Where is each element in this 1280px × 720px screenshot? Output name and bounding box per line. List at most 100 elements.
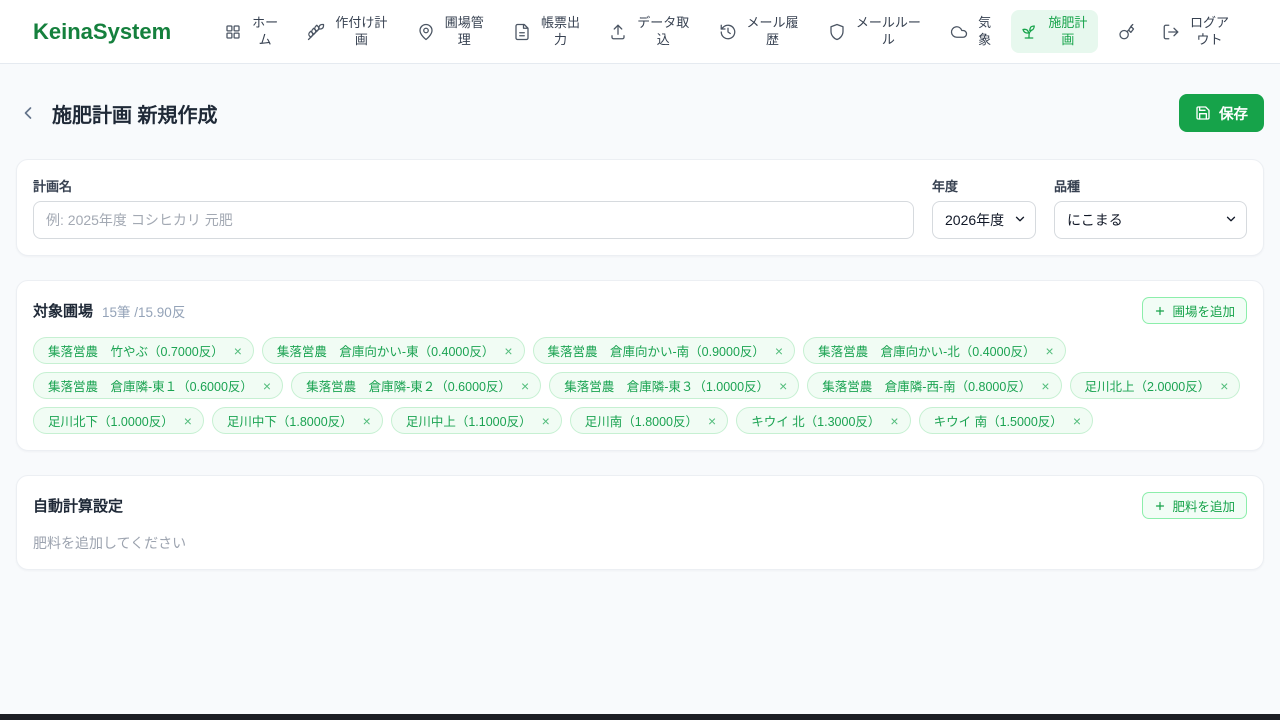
main-content: 施肥計画 新規作成 保存 計画名 年度 2026年度 [0,94,1280,570]
field-tag: 集落営農 倉庫向かい-南（0.9000反） × [532,337,796,364]
field-tag: キウイ 南（1.5000反） × [918,407,1093,434]
field-tag-label: キウイ 北（1.3000反） [751,415,881,429]
field-tag: 集落営農 竹やぶ（0.7000反） × [33,337,254,364]
nav-item-label: 施肥計画 [1048,14,1088,47]
remove-field-button[interactable]: × [542,414,550,428]
field-tag: 集落営農 倉庫隣-東３（1.0000反） × [549,372,800,399]
remove-field-button[interactable]: × [263,379,271,393]
chevron-left-icon [18,103,38,123]
field-tag: 足川北上（2.0000反） × [1069,372,1241,399]
sprout-icon [1020,23,1038,41]
add-fertilizer-button-label: 肥料を追加 [1172,500,1235,514]
nav-item-field-management[interactable]: 圃場管理 [408,10,495,54]
add-field-button[interactable]: 圃場を追加 [1142,297,1247,324]
nav-item-label: 帳票出力 [540,14,580,47]
remove-field-button[interactable]: × [1073,414,1081,428]
field-tag: 足川北下（1.0000反） × [33,407,204,434]
fertilizer-empty-text: 肥料を追加してください [33,535,187,551]
field-tag-label: 集落営農 倉庫向かい-北（0.4000反） [818,345,1036,359]
auto-calc-title: 自動計算設定 [33,498,124,515]
remove-field-button[interactable]: × [890,414,898,428]
logout-icon [1162,23,1180,41]
plan-name-label: 計画名 [33,179,73,194]
remove-field-button[interactable]: × [708,414,716,428]
plus-icon [1154,500,1166,512]
remove-field-button[interactable]: × [1220,379,1228,393]
field-tag-label: 足川南（1.8000反） [584,415,698,429]
year-field: 年度 2026年度 [932,176,1036,239]
remove-field-button[interactable]: × [775,344,783,358]
variety-select[interactable]: にこまる [1054,201,1247,239]
field-tag: 足川中上（1.1000反） × [390,407,562,434]
app-logo[interactable]: KeinaSystem [33,19,171,45]
field-tag: 集落営農 倉庫向かい-北（0.4000反） × [803,337,1066,364]
key-icon [1117,23,1135,41]
remove-field-button[interactable]: × [363,414,371,428]
field-tag-label: 集落営農 竹やぶ（0.7000反） [48,345,224,359]
remove-field-button[interactable]: × [779,379,787,393]
nav-item-fertilization-plan[interactable]: 施肥計画 [1011,9,1099,54]
field-tag-label: 足川北下（1.0000反） [48,415,174,429]
field-tag-label: 集落営農 倉庫隣-東２（0.6000反） [306,380,511,394]
add-fertilizer-button[interactable]: 肥料を追加 [1142,492,1247,519]
back-button[interactable] [16,101,40,125]
remove-field-button[interactable]: × [184,414,192,428]
remove-field-button[interactable]: × [504,344,512,358]
nav-item-report-output[interactable]: 帳票出力 [504,10,591,54]
auto-calc-card: 自動計算設定 肥料を追加 肥料を追加してください [16,475,1264,570]
document-icon [513,23,531,41]
field-tag: 集落営農 倉庫隣-東１（0.6000反） × [33,372,284,399]
plan-info-card: 計画名 年度 2026年度 品種 にこまる [16,159,1264,256]
remove-field-button[interactable]: × [1041,379,1049,393]
nav-item-weather[interactable]: 気象 [941,10,1002,54]
field-tag-label: 集落営農 倉庫隣-東３（1.0000反） [564,380,770,394]
nav-item-label: メール履歴 [746,14,799,47]
field-tag: キウイ 北（1.3000反） × [736,407,911,434]
nav-item-home[interactable]: ホーム [215,10,289,54]
field-tag: 足川中下（1.8000反） × [211,407,383,434]
year-select[interactable]: 2026年度 [932,201,1036,239]
page-header: 施肥計画 新規作成 保存 [16,94,1264,132]
upload-icon [609,23,627,41]
cloud-icon [950,23,968,41]
nav-item-label: データ取込 [637,14,690,47]
nav-item-planting-plan[interactable]: 作付け計画 [298,10,398,54]
plus-icon [1154,305,1166,317]
top-navbar: KeinaSystem ホーム 作付け計画 圃場管理 帳票出力 データ取込 メール履歴 メー… [0,0,1280,64]
field-tag: 集落営農 倉庫隣-西-南（0.8000反） × [807,372,1062,399]
plan-name-input[interactable] [33,201,914,239]
remove-field-button[interactable]: × [234,344,242,358]
add-field-button-label: 圃場を追加 [1172,305,1235,319]
field-tag-label: 集落営農 倉庫向かい-東（0.4000反） [276,345,495,359]
save-icon [1195,105,1211,121]
shield-icon [828,23,846,41]
variety-field: 品種 にこまる [1054,176,1247,239]
field-tag: 集落営農 倉庫隣-東２（0.6000反） × [291,372,542,399]
field-tag-label: 足川北上（2.0000反） [1084,380,1211,394]
nav-item-mail-rules[interactable]: メールルール [819,10,932,54]
save-button-label: 保存 [1219,106,1248,123]
home-grid-icon [224,23,242,41]
field-tag-label: 集落営農 倉庫向かい-南（0.9000反） [547,345,765,359]
bottom-bar [0,714,1280,720]
nav-item-logout[interactable]: ログアウト [1153,10,1240,54]
nav-item-api-key[interactable] [1108,18,1144,46]
wheat-icon [307,23,325,41]
remove-field-button[interactable]: × [1046,344,1054,358]
field-tag-label: 足川中上（1.1000反） [405,415,532,429]
variety-label: 品種 [1054,179,1081,194]
nav-item-mail-history[interactable]: メール履歴 [710,10,810,54]
nav-item-label: ログアウト [1190,14,1230,47]
field-tag-label: 集落営農 倉庫隣-西-南（0.8000反） [822,380,1032,394]
nav-item-label: 圃場管理 [444,14,484,47]
nav-item-label: ホーム [252,14,279,47]
save-button[interactable]: 保存 [1179,94,1264,132]
field-tag-list: 集落営農 竹やぶ（0.7000反） × 集落営農 倉庫向かい-東（0.4000反） ×… [33,337,1247,434]
main-nav: ホーム 作付け計画 圃場管理 帳票出力 データ取込 メール履歴 メールルール 気象 施肥計画 ログ… [215,9,1240,54]
remove-field-button[interactable]: × [521,379,529,393]
nav-item-data-import[interactable]: データ取込 [600,10,700,54]
target-fields-card: 対象圃場 15筆 /15.90反 圃場を追加 集落営農 竹やぶ（0.7000反）… [16,280,1264,451]
nav-item-label: 作付け計画 [335,14,388,47]
field-tag-label: 足川中下（1.8000反） [226,415,353,429]
field-tag-label: キウイ 南（1.5000反） [933,415,1063,429]
